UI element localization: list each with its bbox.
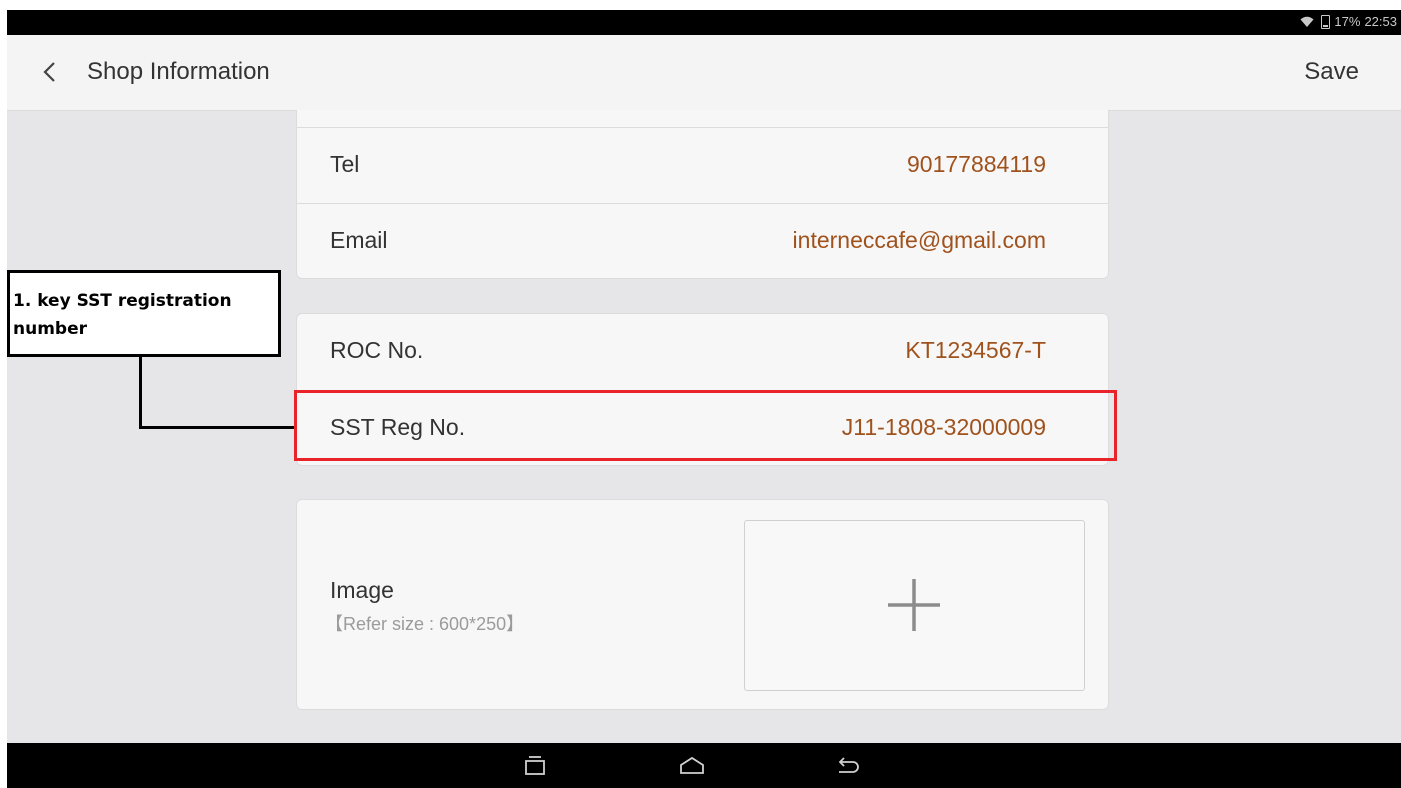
save-button[interactable]: Save: [1304, 58, 1359, 86]
annotation-connector: [139, 426, 296, 429]
roc-label: ROC No.: [330, 337, 424, 363]
highlight-frame: [294, 390, 1117, 461]
tel-row[interactable]: Tel 90177884119: [297, 128, 1108, 203]
back-arrow-icon[interactable]: [833, 753, 863, 779]
email-value[interactable]: interneccafe@gmail.com: [793, 227, 1046, 254]
wifi-icon: [1300, 16, 1314, 27]
contact-card: Tel 90177884119 Email interneccafe@gmail…: [296, 110, 1109, 279]
clock: 22:53: [1364, 14, 1397, 29]
tel-value[interactable]: 90177884119: [907, 151, 1046, 178]
battery-icon: [1321, 14, 1331, 29]
plus-icon: [888, 579, 940, 631]
image-size-hint: 【Refer size : 600*250】: [325, 614, 525, 634]
annotation-callout: 1. key SST registration number: [7, 270, 281, 357]
status-bar: 17% 22:53: [7, 10, 1401, 35]
navigation-bar: [7, 743, 1401, 788]
add-image-button[interactable]: [744, 520, 1085, 691]
recent-apps-icon[interactable]: [520, 753, 550, 779]
email-row[interactable]: Email interneccafe@gmail.com: [297, 204, 1108, 279]
chevron-left-icon[interactable]: [35, 57, 65, 87]
annotation-text: 1. key SST registration number: [13, 291, 232, 339]
email-label: Email: [330, 227, 388, 253]
app-bar: Shop Information Save: [7, 35, 1401, 111]
home-icon[interactable]: [677, 753, 707, 779]
image-label: Image: [330, 577, 394, 603]
image-card: Image 【Refer size : 600*250】: [296, 499, 1109, 710]
page-title: Shop Information: [87, 58, 270, 85]
device-screen: 17% 22:53 Shop Information Save Tel 9017…: [7, 10, 1401, 788]
tel-label: Tel: [330, 151, 360, 177]
battery-level: 17%: [1334, 14, 1361, 29]
status-indicators: 17% 22:53: [1300, 14, 1397, 29]
roc-value[interactable]: KT1234567-T: [905, 337, 1046, 364]
roc-row[interactable]: ROC No. KT1234567-T: [297, 314, 1108, 389]
annotation-connector: [139, 357, 142, 429]
